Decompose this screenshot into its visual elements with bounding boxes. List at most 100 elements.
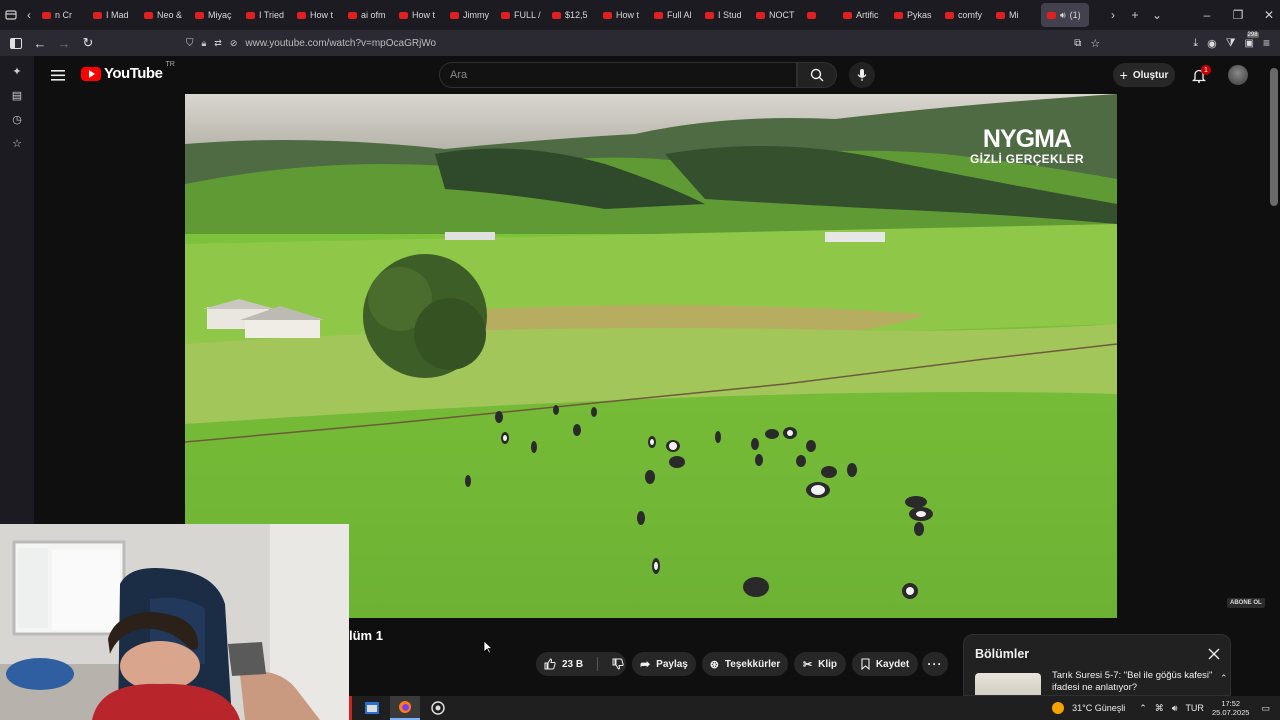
picture-in-picture-icon[interactable]: ⧉ xyxy=(1074,38,1081,49)
app-menu-icon[interactable]: ≡ xyxy=(1263,36,1270,50)
tab-label: Pykas xyxy=(907,10,932,20)
microphone-icon xyxy=(857,69,867,81)
tab-list-icon[interactable] xyxy=(0,0,22,30)
taskbar-screen-recorder[interactable] xyxy=(423,696,453,720)
tab-label: (1) xyxy=(1069,10,1081,20)
tab-label: I Stud xyxy=(718,10,742,20)
weather-text[interactable]: 31°C Güneşli xyxy=(1072,703,1125,713)
browser-tab[interactable]: Full Al xyxy=(648,0,699,30)
browser-tab[interactable]: How t xyxy=(393,0,444,30)
back-button[interactable]: ← xyxy=(28,30,52,56)
more-actions-button[interactable]: ··· xyxy=(922,652,948,676)
browser-tab[interactable]: I Tried xyxy=(240,0,291,30)
browser-tab[interactable]: Artific xyxy=(837,0,888,30)
reload-button[interactable]: ↻ xyxy=(76,30,100,56)
browser-tab-active[interactable]: 🔊︎ (1) xyxy=(1041,3,1089,27)
dislike-button[interactable] xyxy=(612,658,624,670)
thumbs-down-icon xyxy=(612,658,624,670)
address-bar[interactable]: ⛉ 🔒︎ ⇄ ⊘ www.youtube.com/watch?v=mpOcaGR… xyxy=(186,30,436,56)
system-tray: 31°C Güneşli ⌃ ⌘ 🔊︎ TUR 17:52 25.07.2025… xyxy=(1052,696,1280,720)
browser-tab[interactable]: Neo & xyxy=(138,0,189,30)
close-chapters-button[interactable] xyxy=(1208,647,1220,665)
ai-chatbot-icon[interactable]: ✦ xyxy=(0,59,34,83)
browser-tab[interactable]: Jimmy xyxy=(444,0,495,30)
record-icon xyxy=(431,701,445,715)
youtube-logo[interactable]: YouTube TR xyxy=(81,61,175,82)
url-text[interactable]: www.youtube.com/watch?v=mpOcaGRjWo xyxy=(245,38,436,49)
browser-tab[interactable]: I Stud xyxy=(699,0,750,30)
taskbar-firefox[interactable] xyxy=(390,696,420,720)
bookmark-star-icon[interactable]: ☆ xyxy=(1090,37,1100,50)
taskbar-clock[interactable]: 17:52 25.07.2025 xyxy=(1212,699,1250,717)
sidebar-toggle-icon[interactable] xyxy=(4,30,28,56)
browser-tab[interactable]: NOCT xyxy=(750,0,801,30)
bookmarks-icon[interactable]: ☆ xyxy=(0,131,34,155)
plus-icon: + xyxy=(1119,67,1128,83)
scroll-tabs-left-icon[interactable]: ‹ xyxy=(22,0,36,30)
downloads-icon[interactable]: ⤓ xyxy=(1193,37,1198,50)
scroll-tabs-right-icon[interactable]: › xyxy=(1102,0,1124,30)
account-icon[interactable]: ◉ xyxy=(1207,37,1217,50)
browser-tab[interactable]: How t xyxy=(597,0,648,30)
voice-search-button[interactable] xyxy=(849,62,875,88)
subscribe-badge[interactable]: ABONE OL xyxy=(1227,598,1265,608)
clip-button[interactable]: ✂ Klip xyxy=(794,652,846,676)
language-indicator[interactable]: TUR xyxy=(1185,703,1204,713)
weather-sun-icon[interactable] xyxy=(1052,702,1065,714)
tab-audio-playing-icon[interactable]: 🔊︎ xyxy=(1060,10,1066,21)
tab-favicon-icon xyxy=(42,11,51,19)
browser-tab[interactable]: $12,5 xyxy=(546,0,597,30)
search-input[interactable]: Ara xyxy=(439,62,797,88)
permissions-icon[interactable]: ⇄ xyxy=(214,38,222,49)
tab-label: How t xyxy=(412,10,436,20)
close-window-button[interactable]: ✕ xyxy=(1258,0,1280,30)
chevron-up-icon[interactable]: ⌃ xyxy=(1220,673,1228,684)
save-button[interactable]: Kaydet xyxy=(852,652,918,676)
thumbs-up-icon xyxy=(544,658,556,670)
hamburger-menu-icon[interactable] xyxy=(51,68,65,86)
history-icon[interactable]: ◷ xyxy=(0,107,34,131)
lock-icon[interactable]: 🔒︎ xyxy=(202,38,207,49)
autoplay-blocked-icon[interactable]: ⊘ xyxy=(230,38,238,49)
share-button[interactable]: ➦ Paylaş xyxy=(632,652,696,676)
browser-tab[interactable]: Mi xyxy=(990,0,1041,30)
browser-tab[interactable]: FULL / xyxy=(495,0,546,30)
chapter-title[interactable]: Tarık Suresi 5-7: "Bel ile göğüs kafesi"… xyxy=(1052,670,1222,694)
thanks-button[interactable]: ⊛ Teşekkürler xyxy=(702,652,788,676)
browser-tab[interactable]: Pykas xyxy=(888,0,939,30)
extension-badge-icon[interactable]: ▣ 298 xyxy=(1245,31,1259,49)
scrollbar-thumb[interactable] xyxy=(1270,68,1278,206)
browser-tab[interactable]: ai ofm xyxy=(342,0,393,30)
tab-favicon-icon xyxy=(945,11,954,19)
minimize-window-button[interactable]: – xyxy=(1196,0,1218,30)
search-icon xyxy=(810,68,824,82)
avatar[interactable] xyxy=(1228,65,1248,85)
tracking-shield-icon[interactable]: ⛉ xyxy=(186,38,194,49)
notification-count-badge: 1 xyxy=(1201,65,1211,75)
browser-tab[interactable] xyxy=(801,0,837,30)
browser-tab[interactable]: comfy xyxy=(939,0,990,30)
browser-tab[interactable]: Miyaç xyxy=(189,0,240,30)
like-button[interactable]: 23 B xyxy=(544,658,583,670)
synced-tabs-icon[interactable]: ▤ xyxy=(0,83,34,107)
restore-window-button[interactable]: ❐ xyxy=(1227,0,1249,30)
notification-center-icon[interactable]: ▭ xyxy=(1261,703,1270,714)
taskbar-app-window[interactable] xyxy=(357,696,387,720)
tab-label: Jimmy xyxy=(463,10,489,20)
forward-button[interactable]: → xyxy=(52,30,76,56)
volume-icon[interactable]: 🔊︎ xyxy=(1172,703,1178,714)
chapter-thumbnail[interactable] xyxy=(975,673,1041,695)
new-tab-button[interactable]: + xyxy=(1124,0,1146,30)
create-button[interactable]: + Oluştur xyxy=(1113,63,1175,87)
network-icon[interactable]: ⌘ xyxy=(1155,703,1164,714)
tab-overflow-chevron-icon[interactable]: ⌄ xyxy=(1146,0,1168,30)
browser-tab[interactable]: n Cr xyxy=(36,0,87,30)
browser-nav-bar: ← → ↻ ⛉ 🔒︎ ⇄ ⊘ www.youtube.com/watch?v=m… xyxy=(0,30,1280,56)
search-button[interactable] xyxy=(797,62,837,88)
tray-overflow-chevron-icon[interactable]: ⌃ xyxy=(1139,703,1147,714)
browser-tab[interactable]: How t xyxy=(291,0,342,30)
browser-tab[interactable]: I Mad xyxy=(87,0,138,30)
tab-favicon-icon xyxy=(399,11,408,19)
search-placeholder: Ara xyxy=(450,69,468,81)
extensions-icon[interactable]: ⧩ xyxy=(1226,37,1236,50)
